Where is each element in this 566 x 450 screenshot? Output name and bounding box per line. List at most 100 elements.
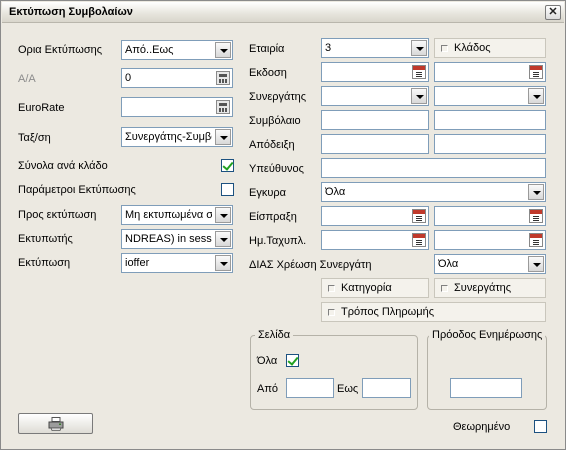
issue-to-date[interactable]	[434, 62, 546, 82]
contract-from-field[interactable]	[321, 110, 429, 130]
payment-method-checkbox[interactable]	[328, 309, 335, 316]
calendar-icon[interactable]	[412, 209, 426, 223]
print-label: Εκτύπωση	[18, 257, 71, 269]
page-to-field[interactable]	[362, 378, 411, 398]
printer-combo[interactable]: NDREAS) in session 2	[121, 229, 233, 249]
sort-value: Συνεργάτης-Συμβόλαιο	[125, 131, 212, 143]
receipt-from-field[interactable]	[321, 134, 429, 154]
collection-to-date[interactable]	[434, 206, 546, 226]
branch-toggle[interactable]: Κλάδος	[434, 38, 546, 58]
contract-label: Συμβόλαιο	[249, 115, 301, 127]
partner-from-combo[interactable]	[321, 86, 429, 106]
contract-to-field[interactable]	[434, 110, 546, 130]
postal-date-label: Ημ.Ταχυπλ.	[249, 235, 307, 247]
calendar-icon[interactable]	[412, 65, 426, 79]
postal-to-date[interactable]	[434, 230, 546, 250]
print-combo[interactable]: ioffer	[121, 253, 233, 273]
partner-toggle[interactable]: Συνεργάτης	[434, 278, 546, 298]
chevron-down-icon[interactable]	[528, 256, 544, 272]
issue-label: Εκδοση	[249, 67, 287, 79]
payment-method-toggle[interactable]: Τρόπος Πληρωμής	[321, 302, 546, 322]
collection-from-date[interactable]	[321, 206, 429, 226]
chevron-down-icon[interactable]	[215, 231, 231, 247]
partner-label: Συνεργάτης	[249, 91, 307, 103]
page-group	[250, 335, 418, 410]
to-print-label: Προς εκτύπωση	[18, 209, 97, 221]
company-value: 3	[325, 42, 332, 54]
to-print-value: Μη εκτυπωμένα συμβόλαια	[125, 209, 212, 221]
calendar-icon[interactable]	[412, 233, 426, 247]
chevron-down-icon[interactable]	[411, 88, 427, 104]
print-params-checkbox[interactable]	[221, 183, 234, 196]
responsible-label: Υπεύθυνος	[249, 163, 304, 175]
page-all-label: Όλα	[257, 355, 278, 367]
sort-label: Ταξ/ση	[18, 132, 51, 144]
printer-value: NDREAS) in session 2	[125, 233, 212, 245]
calculator-icon[interactable]	[216, 71, 230, 85]
chevron-down-icon[interactable]	[215, 129, 231, 145]
category-checkbox[interactable]	[328, 285, 335, 292]
postal-from-date[interactable]	[321, 230, 429, 250]
close-button[interactable]: ✕	[545, 5, 561, 20]
to-print-combo[interactable]: Μη εκτυπωμένα συμβόλαια	[121, 205, 233, 225]
chevron-down-icon[interactable]	[215, 207, 231, 223]
reviewed-label: Θεωρημένο	[453, 421, 511, 433]
page-from-field[interactable]	[286, 378, 334, 398]
aa-value: 0	[125, 72, 132, 84]
chevron-down-icon[interactable]	[528, 88, 544, 104]
dias-combo[interactable]: Όλα	[434, 254, 546, 274]
page-to-label: Εως	[337, 383, 359, 395]
calendar-icon[interactable]	[529, 209, 543, 223]
progress-field	[450, 378, 522, 398]
calendar-icon[interactable]	[529, 65, 543, 79]
totals-checkbox[interactable]	[221, 159, 234, 172]
branch-label: Κλάδος	[454, 42, 491, 54]
progress-group	[427, 335, 547, 410]
company-combo[interactable]: 3	[321, 38, 429, 58]
calculator-icon[interactable]	[216, 100, 230, 114]
reviewed-checkbox[interactable]	[534, 420, 547, 433]
category-label: Κατηγορία	[341, 282, 392, 294]
responsible-field[interactable]	[321, 158, 546, 178]
issue-from-date[interactable]	[321, 62, 429, 82]
chevron-down-icon[interactable]	[411, 40, 427, 56]
partner-checkbox[interactable]	[441, 285, 448, 292]
window-title: Εκτύπωση Συμβολαίων	[9, 6, 133, 18]
totals-label: Σύνολα ανά κλάδο	[18, 160, 108, 172]
print-contracts-dialog: Εκτύπωση Συμβολαίων ✕ Ορια Εκτύπωσης Από…	[0, 0, 566, 450]
print-button[interactable]	[18, 413, 93, 434]
print-value: ioffer	[125, 257, 150, 269]
valid-label: Εγκυρα	[249, 187, 286, 199]
progress-group-title: Πρόοδος Ενημέρωσης	[429, 329, 546, 341]
valid-combo[interactable]: Όλα	[321, 182, 546, 202]
partner-toggle-label: Συνεργάτης	[454, 282, 512, 294]
page-from-label: Από	[257, 383, 279, 395]
sort-combo[interactable]: Συνεργάτης-Συμβόλαιο	[121, 127, 233, 147]
partner-to-combo[interactable]	[434, 86, 546, 106]
print-params-label: Παράμετροι Εκτύπωσης	[18, 184, 136, 196]
receipt-label: Απόδειξη	[249, 139, 295, 151]
aa-label: Α/Α	[18, 73, 36, 85]
print-limits-label: Ορια Εκτύπωσης	[18, 44, 103, 56]
receipt-to-field[interactable]	[434, 134, 546, 154]
chevron-down-icon[interactable]	[528, 184, 544, 200]
page-all-checkbox[interactable]	[286, 354, 299, 367]
valid-value: Όλα	[325, 186, 346, 198]
calendar-icon[interactable]	[529, 233, 543, 247]
print-limits-combo[interactable]: Από..Εως	[121, 40, 233, 60]
dias-value: Όλα	[438, 258, 459, 270]
printer-icon	[48, 417, 64, 431]
category-toggle[interactable]: Κατηγορία	[321, 278, 429, 298]
branch-checkbox[interactable]	[441, 45, 448, 52]
payment-method-label: Τρόπος Πληρωμής	[341, 306, 435, 318]
eurorate-field[interactable]	[121, 97, 233, 117]
aa-field[interactable]: 0	[121, 68, 233, 88]
company-label: Εταιρία	[249, 43, 285, 55]
close-icon: ✕	[548, 6, 558, 18]
print-limits-value: Από..Εως	[125, 44, 174, 56]
page-group-title: Σελίδα	[255, 329, 294, 341]
chevron-down-icon[interactable]	[215, 42, 231, 58]
collection-label: Είσπραξη	[249, 211, 297, 223]
chevron-down-icon[interactable]	[215, 255, 231, 271]
eurorate-label: EuroRate	[18, 102, 65, 114]
